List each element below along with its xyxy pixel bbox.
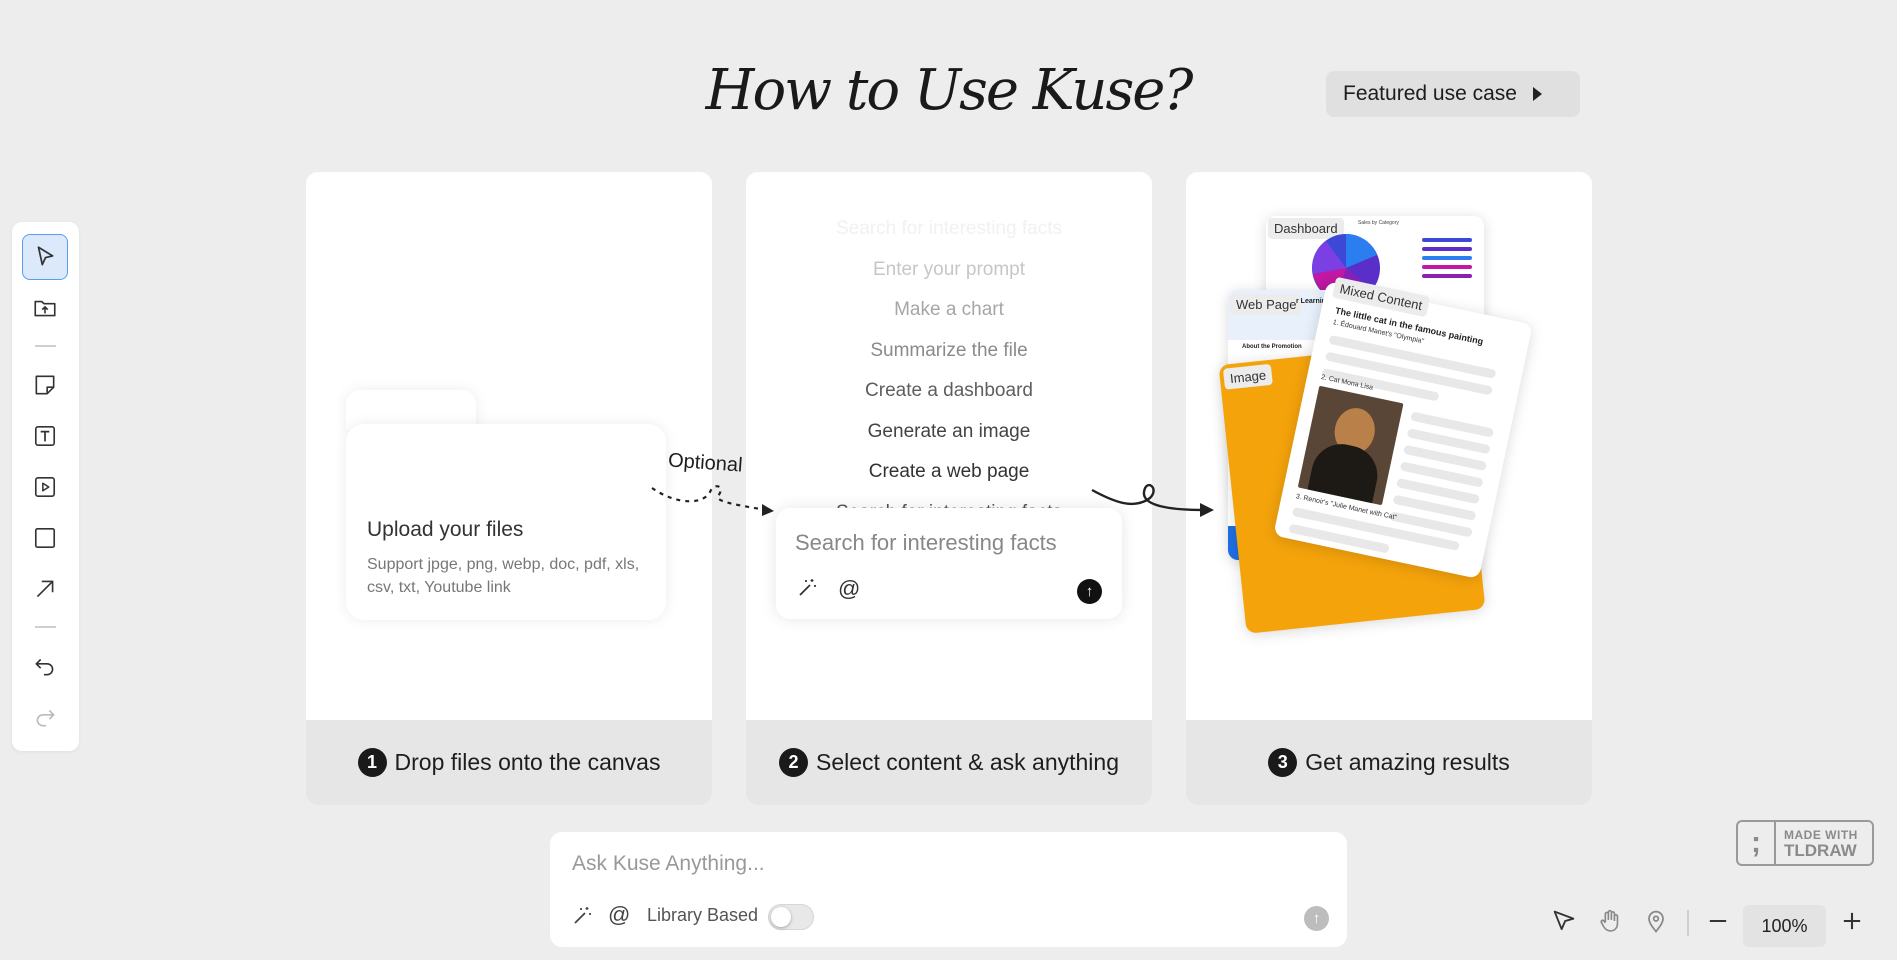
ask-placeholder: Search for interesting facts (795, 530, 1057, 555)
hand-icon[interactable] (1596, 907, 1624, 935)
redo-icon (36, 709, 55, 727)
nav-divider (1687, 910, 1689, 936)
cat-mona-lisa-image (1297, 385, 1404, 506)
step-number: 1 (357, 748, 387, 777)
prompt-suggestions: Search for interesting facts Enter your … (746, 218, 1152, 522)
semicolon-logo-icon: ; (1738, 822, 1776, 864)
step-number: 2 (778, 748, 808, 777)
chart-legend (1422, 238, 1472, 283)
upload-subtext: Support jpge, png, webp, doc, pdf, xls, … (367, 556, 640, 596)
send-icon[interactable]: ↑ (1304, 906, 1329, 931)
arrow-tool[interactable] (22, 566, 68, 612)
main-ask-input[interactable]: Ask Kuse Anything... @ Library Based ↑ (550, 832, 1347, 947)
image-tag: Image (1222, 363, 1274, 390)
upload-dropzone[interactable]: Upload your files Support jpge, png, web… (346, 390, 666, 620)
made-with-tldraw-badge[interactable]: ; MADE WITH TLDRAW (1736, 820, 1874, 866)
mention-icon[interactable]: @ (838, 576, 860, 602)
redo-tool[interactable] (22, 694, 68, 740)
webpage-tag: Web Page (1230, 294, 1303, 315)
prompt-item: Make a chart (894, 299, 1004, 320)
rectangle-icon (34, 527, 56, 549)
step-label-2: 2 Select content & ask anything (746, 720, 1152, 805)
prompt-item: Enter your prompt (872, 258, 1026, 280)
library-based-toggle[interactable] (768, 904, 814, 930)
tool-palette (12, 222, 79, 751)
zoom-out-icon[interactable] (1704, 907, 1732, 935)
webpage-subheading: About the Promotion (1242, 344, 1302, 350)
text-icon (34, 425, 56, 447)
zoom-level[interactable]: 100% (1743, 905, 1826, 947)
undo-tool[interactable] (22, 643, 68, 689)
prompt-item: Summarize the file (870, 339, 1028, 361)
toolbar-divider (35, 345, 56, 347)
featured-use-case-button[interactable]: Featured use case (1326, 71, 1580, 117)
toggle-knob (771, 907, 791, 927)
toolbar-divider (35, 626, 56, 628)
note-tool[interactable] (22, 362, 68, 408)
example-ask-box[interactable]: Search for interesting facts @ ↑ (776, 508, 1122, 619)
rectangle-tool[interactable] (22, 515, 68, 561)
pointer-icon[interactable] (1550, 907, 1578, 935)
step-card-results: Dashboard Sales by Category Web Page r L… (1186, 172, 1592, 805)
prompt-item: Generate an image (867, 420, 1031, 442)
prompt-item: Search for interesting facts (836, 218, 1062, 239)
dashboard-title: Sales by Category (1358, 220, 1399, 226)
upload-heading: Upload your files (367, 518, 524, 541)
location-icon[interactable] (1642, 907, 1670, 935)
page-title: How to Use Kuse? (705, 58, 1194, 123)
cursor-icon (37, 246, 54, 266)
send-icon[interactable]: ↑ (1077, 579, 1102, 604)
step-text: Select content & ask anything (815, 749, 1120, 775)
sticky-note-icon (35, 375, 55, 395)
arrow-icon (36, 580, 54, 598)
zoom-in-icon[interactable] (1838, 907, 1866, 935)
video-icon (34, 476, 56, 498)
folder-upload-icon (34, 300, 56, 317)
step-label-1: 1 Drop files onto the canvas (306, 720, 712, 805)
library-based-label: Library Based (647, 905, 759, 925)
step-label-3: 3 Get amazing results (1186, 720, 1592, 805)
magic-wand-icon[interactable] (570, 904, 594, 933)
step-text: Get amazing results (1305, 749, 1510, 775)
step-number: 3 (1268, 748, 1298, 777)
ask-input-placeholder[interactable]: Ask Kuse Anything... (572, 852, 765, 876)
video-tool[interactable] (22, 464, 68, 510)
text-tool[interactable] (22, 413, 68, 459)
play-icon (1532, 87, 1542, 101)
upload-tool[interactable] (22, 285, 68, 331)
magic-wand-icon[interactable] (795, 576, 819, 606)
results-connector-arrow (1091, 483, 1214, 517)
featured-use-case-label: Featured use case (1343, 82, 1517, 105)
step-text: Drop files onto the canvas (394, 749, 661, 775)
undo-icon (35, 658, 54, 676)
optional-connector-arrow (651, 485, 774, 516)
prompt-item: Create a dashboard (865, 380, 1033, 401)
select-tool[interactable] (22, 234, 68, 280)
branding-line2: TLDRAW (1784, 841, 1857, 860)
mention-icon[interactable]: @ (608, 902, 630, 928)
